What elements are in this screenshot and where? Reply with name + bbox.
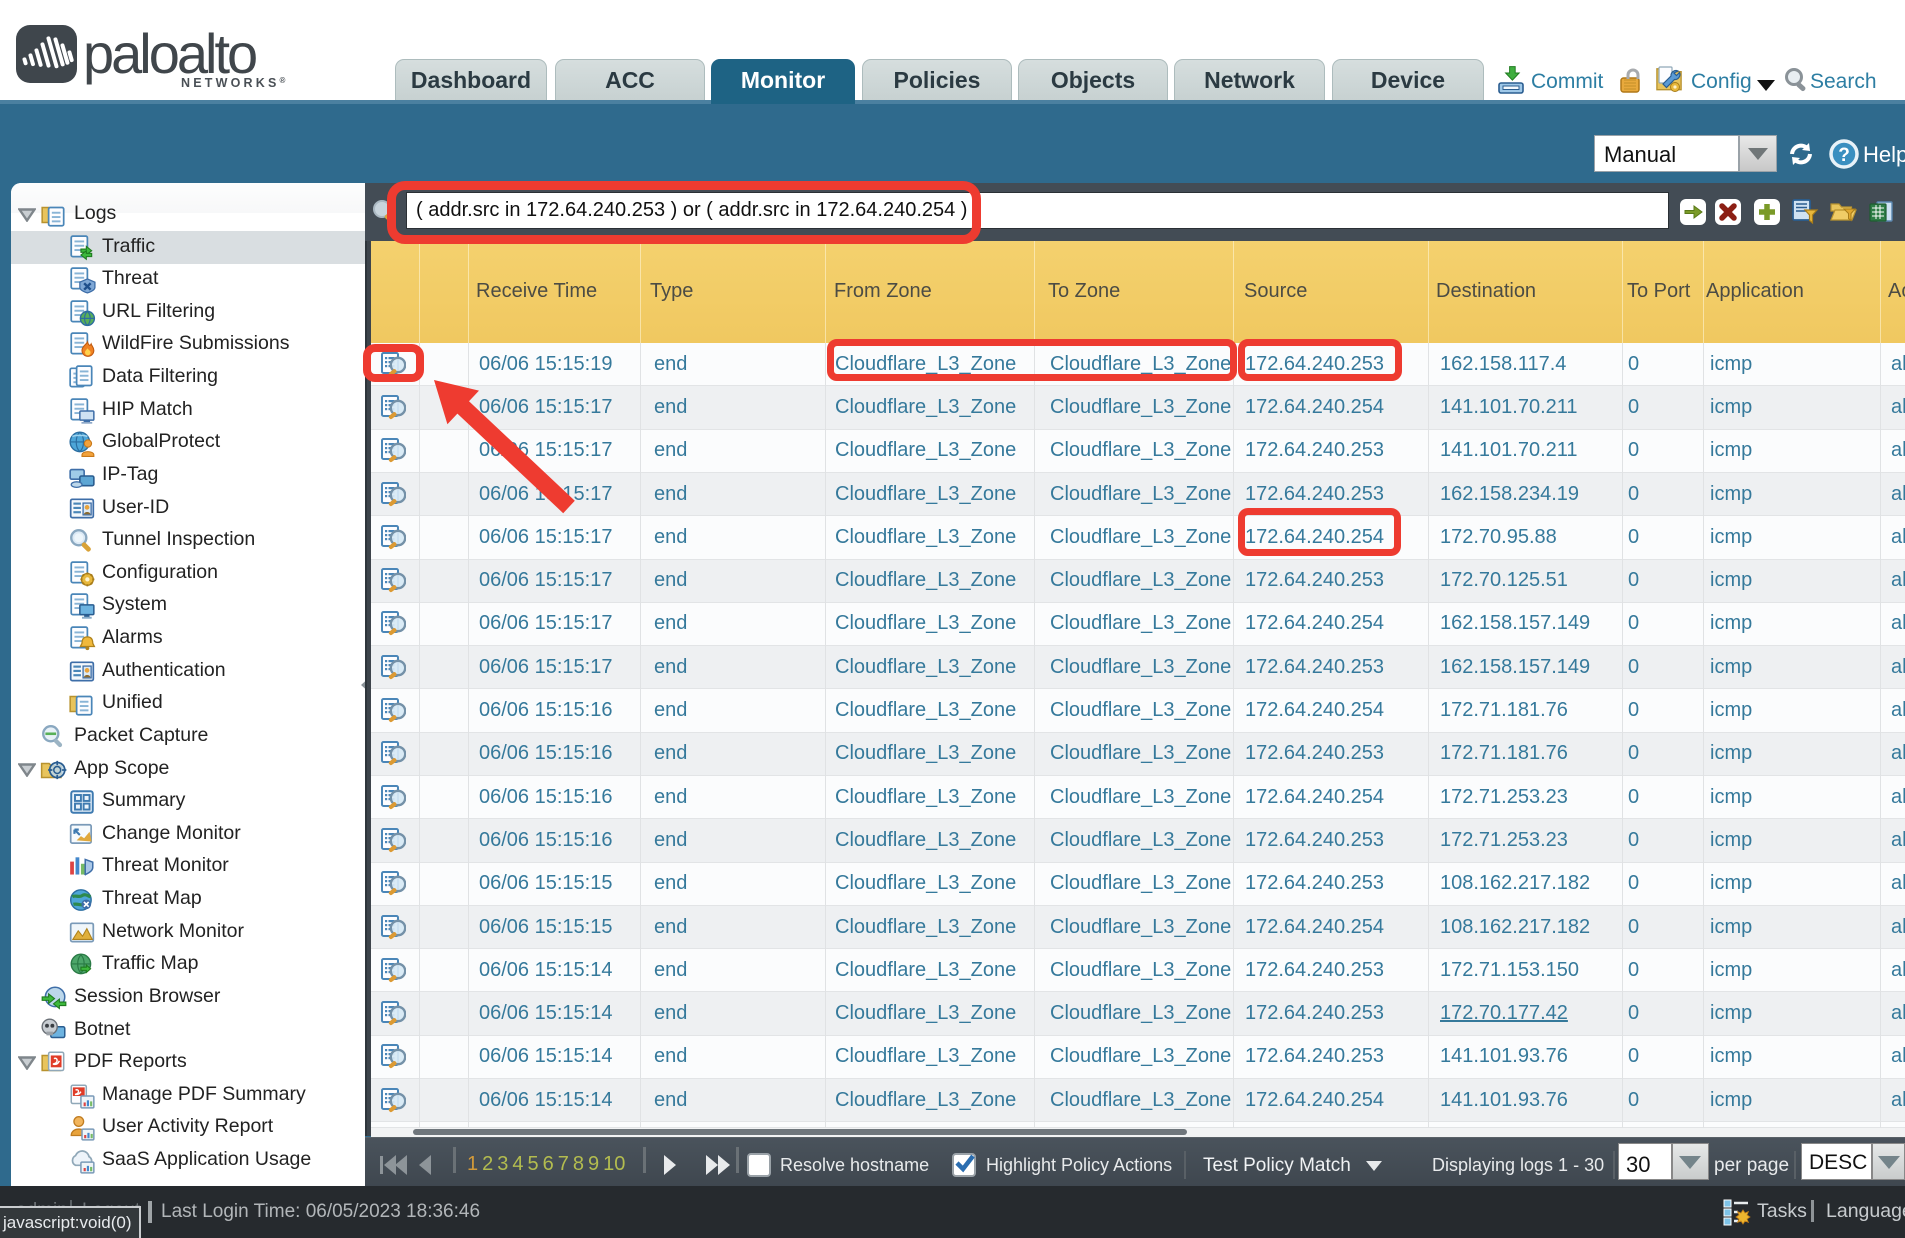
svg-text:?: ? xyxy=(1838,145,1850,166)
